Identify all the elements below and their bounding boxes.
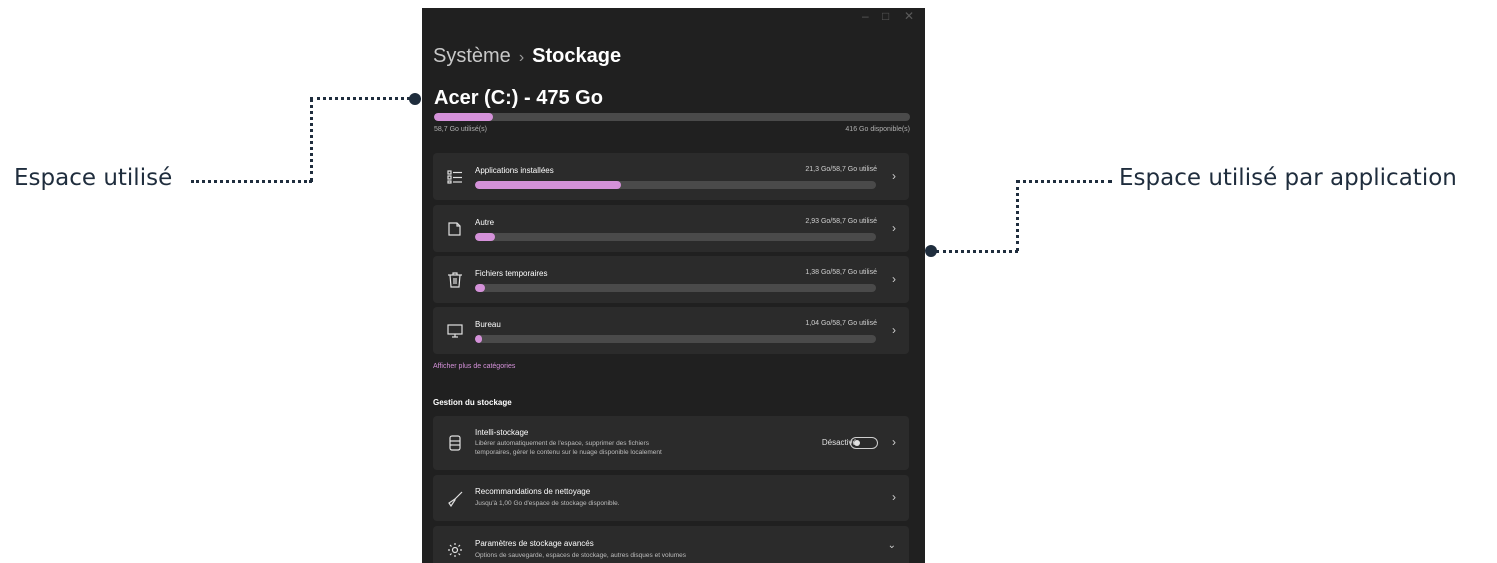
category-label: Autre [475,218,495,227]
settings-window: – □ ✕ Système › Stockage Acer (C:) - 475 G… [422,8,925,563]
chevron-right-icon: › [892,169,896,183]
document-icon [448,222,461,236]
cleanup-title: Recommandations de nettoyage [475,487,591,496]
drive-usage-bar [434,113,910,121]
category-desktop[interactable]: Bureau 1,04 Go/58,7 Go utilisé › [433,307,909,354]
category-installed-apps[interactable]: Applications installées 21,3 Go/58,7 Go … [433,153,909,200]
breadcrumb: Système › Stockage [433,45,621,68]
annotation-left-connector-v [310,98,313,182]
annotation-right-pointer-dot [925,245,937,257]
annotation-right-connector-h2 [936,250,1018,253]
breadcrumb-system-link[interactable]: Système [433,45,511,67]
advanced-storage-settings-card[interactable]: Paramètres de stockage avancés Options d… [433,526,909,563]
gear-icon [448,543,462,557]
category-usage: 2,93 Go/58,7 Go utilisé [805,218,877,225]
show-more-categories-link[interactable]: Afficher plus de catégories [433,363,515,370]
trash-icon [448,272,462,288]
toggle-knob [854,440,860,446]
category-usage-fill [475,284,485,292]
annotation-app-space-label: Espace utilisé par application [1119,165,1457,191]
annotation-left-connector-h2 [310,97,410,100]
annotation-left-pointer-dot [409,93,421,105]
category-usage: 1,04 Go/58,7 Go utilisé [805,320,877,327]
storage-sense-icon [449,435,461,451]
annotation-left-connector-h1 [191,180,312,183]
drive-usage-fill [434,113,494,121]
category-usage-bar [475,181,876,189]
chevron-right-icon: › [892,221,896,235]
broom-icon [448,491,463,507]
storage-sense-toggle[interactable] [850,437,878,449]
category-other[interactable]: Autre 2,93 Go/58,7 Go utilisé › [433,205,909,252]
storage-sense-title: Intelli-stockage [475,428,529,437]
apps-list-icon [447,170,462,184]
chevron-right-icon: › [892,323,896,337]
category-usage-fill [475,335,483,343]
annotation-right-connector-v [1016,180,1019,251]
category-temp-files[interactable]: Fichiers temporaires 1,38 Go/58,7 Go uti… [433,256,909,303]
monitor-icon [447,324,463,338]
chevron-right-icon: › [518,49,525,66]
chevron-right-icon: › [892,435,896,449]
category-usage-bar [475,284,876,292]
category-usage-fill [475,233,496,241]
storage-management-heading: Gestion du stockage [433,398,512,407]
advanced-settings-desc: Options de sauvegarde, espaces de stocka… [475,552,687,559]
close-button[interactable]: ✕ [904,9,914,23]
minimize-button[interactable]: – [862,9,869,23]
drive-title: Acer (C:) - 475 Go [434,87,603,109]
category-usage: 1,38 Go/58,7 Go utilisé [805,269,877,276]
category-label: Applications installées [475,166,554,175]
chevron-right-icon: › [892,490,896,504]
category-usage-fill [475,181,621,189]
category-usage-bar [475,233,876,241]
advanced-settings-title: Paramètres de stockage avancés [475,539,594,548]
cleanup-desc: Jusqu'à 1,00 Go d'espace de stockage dis… [475,500,620,507]
cleanup-recommendations-card[interactable]: Recommandations de nettoyage Jusqu'à 1,0… [433,475,909,521]
category-usage: 21,3 Go/58,7 Go utilisé [805,166,877,173]
storage-sense-desc-line2: temporaires, gérer le contenu sur le nua… [475,449,662,456]
annotation-right-connector-h1 [1016,180,1112,183]
storage-sense-desc-line1: Libérer automatiquement de l'espace, sup… [475,440,649,447]
storage-sense-card[interactable]: Intelli-stockage Libérer automatiquement… [433,416,909,470]
annotation-used-space-label: Espace utilisé [14,165,173,191]
chevron-right-icon: › [892,272,896,286]
drive-used-label: 58,7 Go utilisé(s) [434,126,487,133]
category-usage-bar [475,335,876,343]
chevron-down-icon: ⌄ [887,540,896,551]
category-label: Fichiers temporaires [475,269,548,278]
page-title: Stockage [532,45,622,67]
category-label: Bureau [475,320,501,329]
maximize-button[interactable]: □ [882,9,889,23]
drive-free-label: 416 Go disponible(s) [845,126,910,133]
